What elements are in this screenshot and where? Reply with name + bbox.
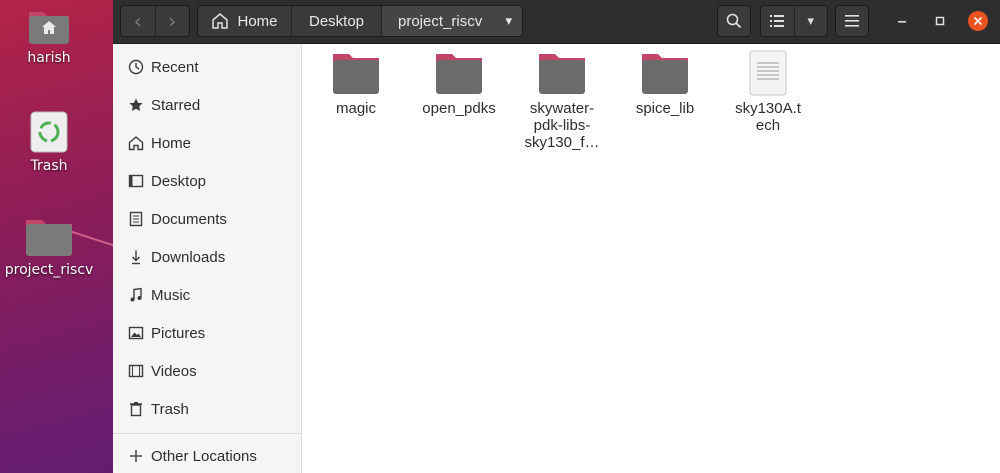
sidebar-item-pictures[interactable]: Pictures — [113, 314, 301, 352]
folder-icon — [539, 54, 585, 94]
file-label: sky130A.tech — [735, 100, 801, 134]
folder-icon — [642, 54, 688, 94]
desktop-icon-home-folder[interactable]: harish — [0, 6, 98, 66]
sidebar-item-label: Desktop — [151, 172, 207, 190]
breadcrumb-label: project_riscv — [398, 12, 483, 30]
trash-icon — [30, 111, 68, 153]
file-grid: magic open_pdks skywater-pdk-libs-sky130… — [302, 44, 1000, 473]
maximize-icon — [935, 16, 945, 26]
minimize-button[interactable] — [890, 9, 914, 33]
file-label: skywater-pdk-libs-sky130_f… — [524, 100, 600, 151]
file-item-magic[interactable]: magic — [308, 50, 404, 117]
file-item-open-pdks[interactable]: open_pdks — [411, 50, 507, 117]
file-label: magic — [335, 100, 376, 117]
chevron-left-icon: ‹ — [133, 9, 142, 33]
sidebar-item-label: Trash — [151, 400, 189, 418]
sidebar-item-label: Videos — [151, 362, 197, 380]
star-icon — [127, 96, 145, 114]
file-item-spice-lib[interactable]: spice_lib — [617, 50, 713, 117]
sidebar-separator — [113, 433, 301, 434]
document-icon — [127, 210, 145, 228]
text-file-icon — [749, 50, 787, 96]
sidebar-item-label: Pictures — [151, 324, 206, 342]
file-label: spice_lib — [635, 100, 695, 117]
maximize-button[interactable] — [928, 9, 952, 33]
sidebar: Recent Starred Home Desktop Documents Do… — [113, 44, 302, 473]
trash-icon — [127, 400, 145, 418]
breadcrumb-label: Home — [237, 12, 278, 30]
sidebar-item-label: Starred — [151, 96, 201, 114]
menu-button-group — [835, 5, 869, 37]
search-button[interactable] — [718, 6, 750, 36]
sidebar-item-trash[interactable]: Trash — [113, 390, 301, 428]
menu-button[interactable] — [836, 6, 868, 36]
folder-icon — [333, 54, 379, 94]
forward-button[interactable]: › — [156, 6, 190, 36]
plus-icon — [127, 447, 145, 465]
chevron-down-icon: ▾ — [505, 13, 512, 28]
file-item-sky130a-tech[interactable]: sky130A.tech — [720, 50, 816, 134]
desktop-icon-trash[interactable]: Trash — [0, 110, 98, 174]
desktop-icon-label: Trash — [30, 158, 68, 174]
music-icon — [127, 286, 145, 304]
list-view-icon — [770, 15, 785, 27]
desktop-icon-label: harish — [27, 50, 71, 66]
hamburger-menu-icon — [845, 15, 859, 27]
sidebar-item-recent[interactable]: Recent — [113, 48, 301, 86]
home-folder-icon — [29, 12, 69, 44]
sidebar-item-desktop[interactable]: Desktop — [113, 162, 301, 200]
video-icon — [127, 362, 145, 380]
history-buttons: ‹ › — [120, 5, 190, 37]
folder-icon — [26, 220, 72, 256]
sidebar-item-downloads[interactable]: Downloads — [113, 238, 301, 276]
desktop-icon — [127, 172, 145, 190]
breadcrumb-home[interactable]: Home — [198, 6, 292, 36]
close-icon — [968, 11, 988, 31]
desktop-icon-project-riscv[interactable]: project_riscv — [0, 214, 98, 278]
search-icon — [726, 13, 742, 29]
desktop-icon-label: project_riscv — [4, 262, 94, 278]
sidebar-item-label: Recent — [151, 58, 199, 76]
headerbar: ‹ › Home Desktop project_riscv ▾ ▾ — [113, 0, 1000, 44]
sidebar-item-videos[interactable]: Videos — [113, 352, 301, 390]
view-options-button[interactable]: ▾ — [795, 6, 828, 36]
folder-icon — [436, 54, 482, 94]
sidebar-item-home[interactable]: Home — [113, 124, 301, 162]
home-icon — [127, 134, 145, 152]
desktop: harish Trash project_riscv — [0, 0, 129, 473]
view-buttons: ▾ — [760, 5, 828, 37]
sidebar-item-music[interactable]: Music — [113, 276, 301, 314]
sidebar-item-label: Documents — [151, 210, 227, 228]
sidebar-item-label: Home — [151, 134, 192, 152]
file-manager-window: ‹ › Home Desktop project_riscv ▾ ▾ Recen… — [113, 0, 1000, 473]
clock-icon — [127, 58, 145, 76]
breadcrumb-label: Desktop — [308, 12, 365, 30]
file-label: open_pdks — [422, 100, 496, 117]
minimize-icon — [898, 21, 906, 23]
home-icon — [212, 13, 229, 29]
breadcrumb-desktop[interactable]: Desktop — [292, 6, 382, 36]
sidebar-item-label: Downloads — [151, 248, 226, 266]
file-item-skywater-pdk-libs[interactable]: skywater-pdk-libs-sky130_f… — [514, 50, 610, 151]
sidebar-item-other-locations[interactable]: Other Locations — [113, 437, 301, 473]
sidebar-item-label: Music — [151, 286, 191, 304]
breadcrumb-project-riscv[interactable]: project_riscv ▾ — [382, 6, 522, 36]
back-button[interactable]: ‹ — [121, 6, 156, 36]
close-button[interactable] — [966, 9, 990, 33]
sidebar-item-label: Other Locations — [151, 447, 257, 465]
chevron-down-icon: ▾ — [807, 13, 815, 29]
list-view-button[interactable] — [761, 6, 795, 36]
breadcrumb: Home Desktop project_riscv ▾ — [197, 5, 523, 37]
download-icon — [127, 248, 145, 266]
sidebar-item-starred[interactable]: Starred — [113, 86, 301, 124]
chevron-right-icon: › — [168, 9, 177, 33]
picture-icon — [127, 324, 145, 342]
sidebar-item-documents[interactable]: Documents — [113, 200, 301, 238]
search-button-group — [717, 5, 751, 37]
